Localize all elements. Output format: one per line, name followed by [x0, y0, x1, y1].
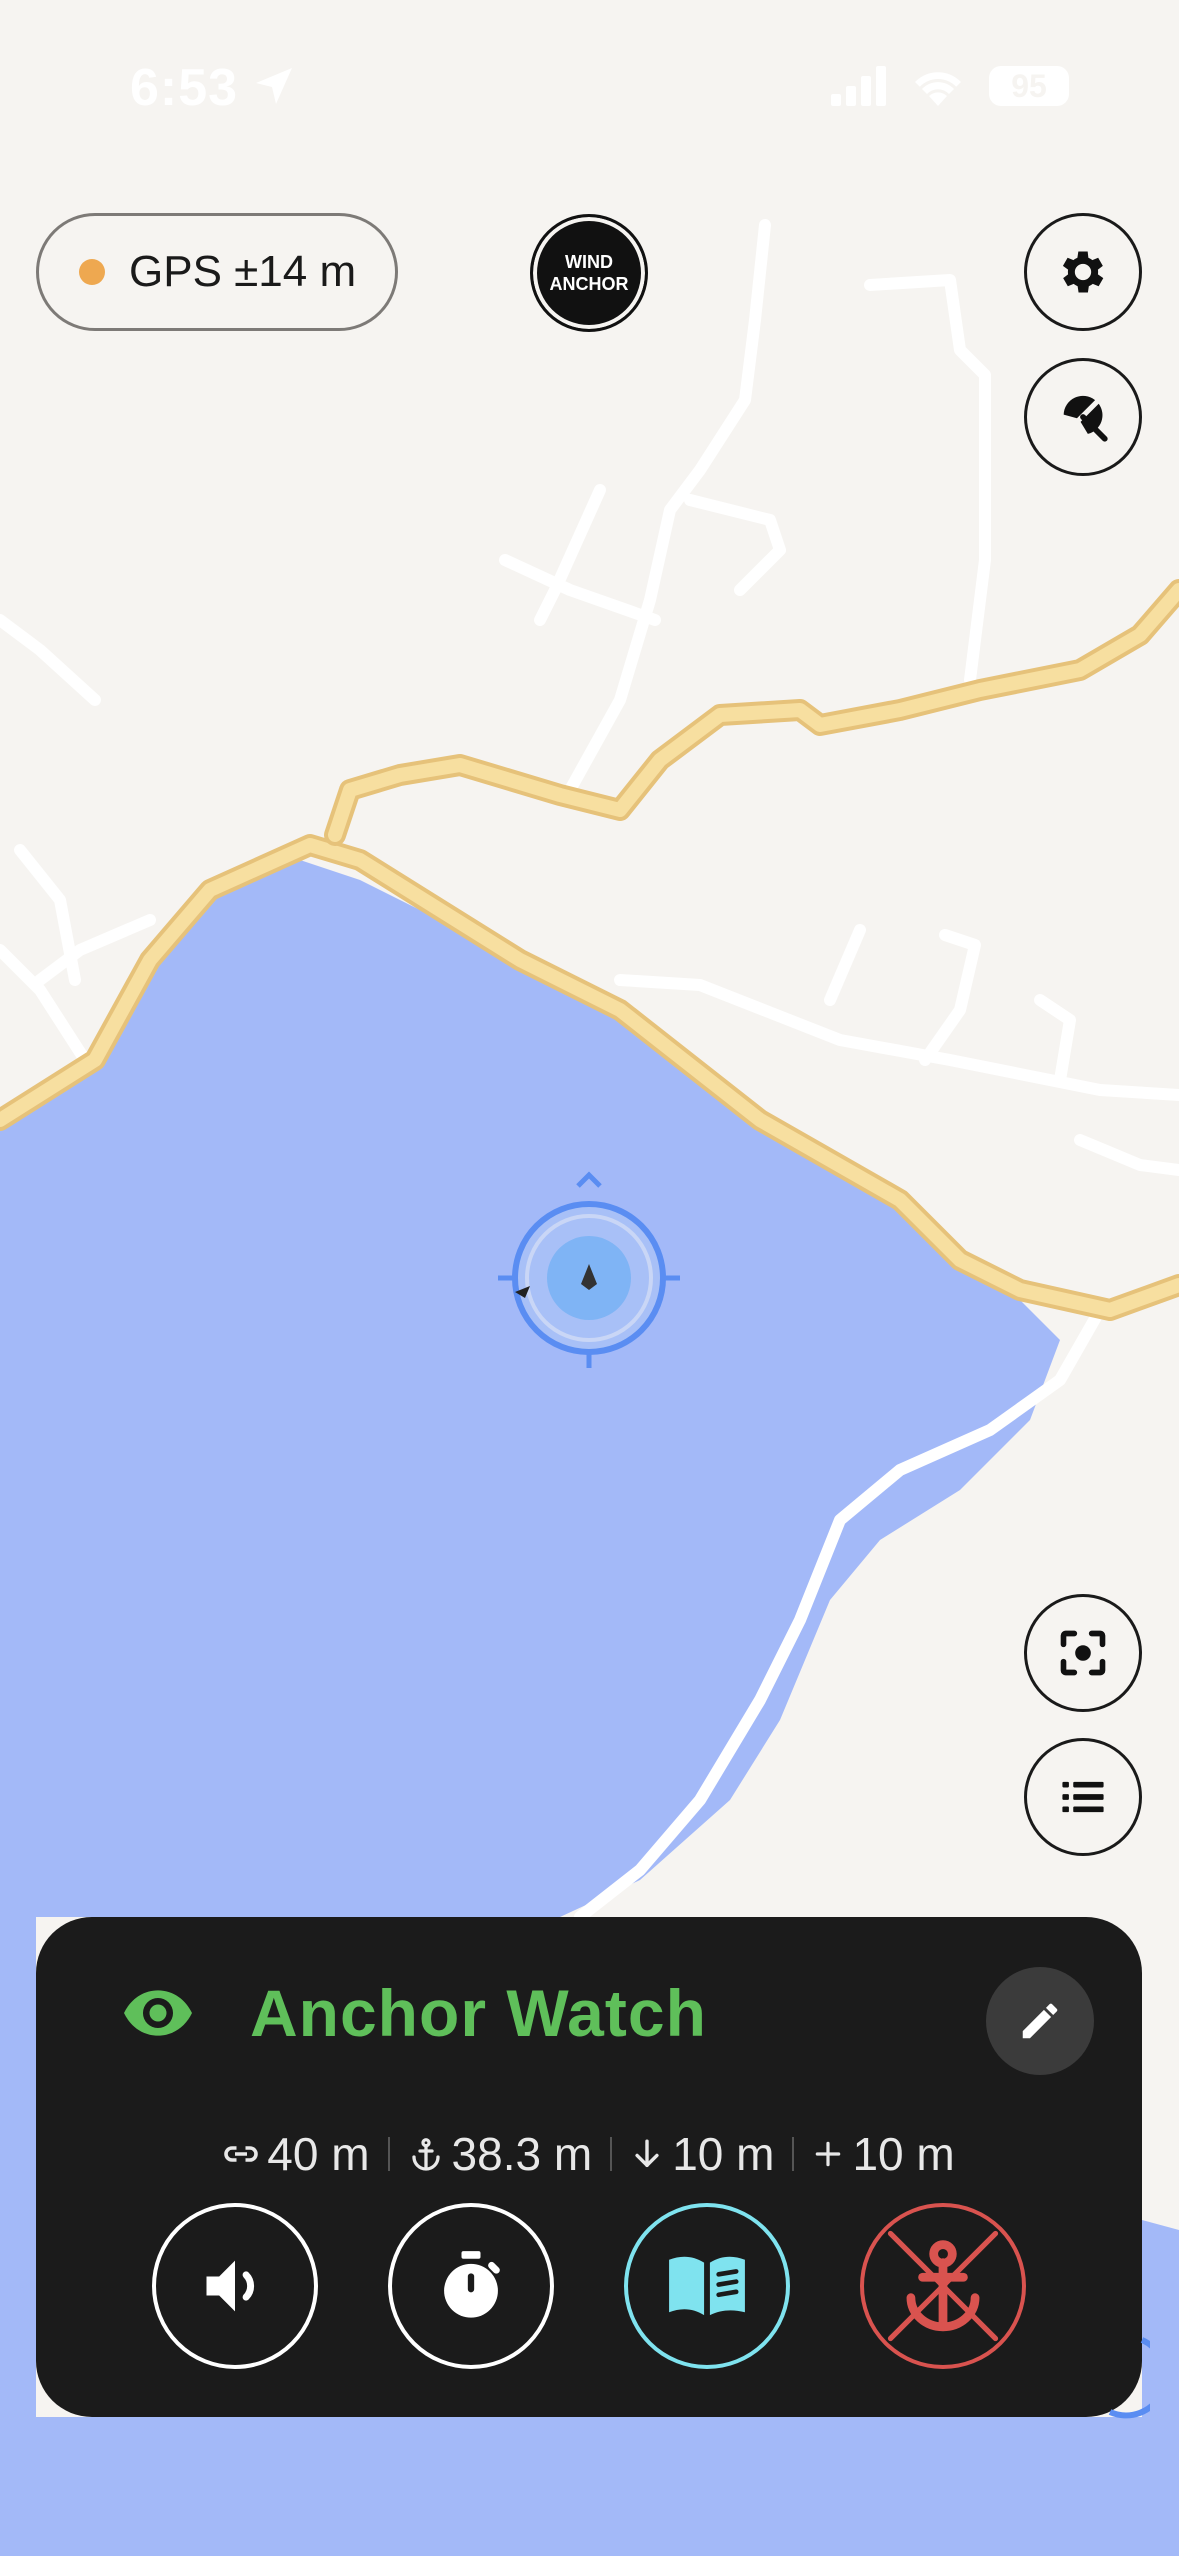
panel-title: Anchor Watch	[250, 1976, 707, 2050]
status-right: 95	[831, 64, 1069, 108]
timer-button[interactable]	[388, 2203, 554, 2369]
logo-line-2: ANCHOR	[549, 274, 629, 294]
signal-icon	[831, 66, 886, 106]
plus-icon	[816, 2141, 841, 2167]
logbook-button[interactable]	[624, 2203, 790, 2369]
recenter-icon	[1060, 1630, 1106, 1676]
extra-stat: 10 m	[794, 2127, 972, 2181]
pencil-icon	[1022, 2003, 1058, 2039]
status-time: 6:53	[130, 59, 239, 117]
rode-length-stat: 40 m	[205, 2127, 387, 2181]
gps-accuracy-label: GPS ±14 m	[129, 247, 357, 296]
logo-line-1: WIND	[565, 252, 613, 272]
stopwatch-icon	[444, 2251, 500, 2318]
extra-value: 10 m	[852, 2128, 955, 2180]
link-icon	[224, 2146, 259, 2162]
anchor-off-icon	[887, 2230, 999, 2342]
anchor-watch-panel: Anchor Watch 40 m 38.3 m 10 m 10 m	[36, 1917, 1142, 2417]
rode-length-value: 40 m	[267, 2128, 370, 2180]
action-buttons	[36, 2203, 1142, 2369]
depth-stat: 10 m	[612, 2127, 792, 2181]
speaker-icon	[206, 2260, 255, 2312]
anchor-stats: 40 m 38.3 m 10 m 10 m	[36, 2127, 1142, 2181]
gps-accuracy-pill[interactable]: GPS ±14 m	[36, 213, 398, 331]
edit-button[interactable]	[986, 1967, 1094, 2075]
map-location-ring	[1108, 2337, 1150, 2419]
beach-umbrella-icon	[1063, 395, 1108, 442]
alarm-sound-button[interactable]	[152, 2203, 318, 2369]
depth-value: 10 m	[672, 2128, 775, 2180]
shelter-button[interactable]	[1024, 358, 1142, 476]
wind-anchor-logo: WIND ANCHOR	[530, 214, 648, 332]
eye-icon	[124, 1990, 192, 2036]
list-button[interactable]	[1024, 1738, 1142, 1856]
anchor-distance-stat: 38.3 m	[390, 2127, 611, 2181]
anchor-icon	[411, 2138, 440, 2171]
recenter-button[interactable]	[1024, 1594, 1142, 1712]
gps-status-dot	[79, 259, 105, 285]
anchor-distance-value: 38.3 m	[451, 2128, 593, 2180]
settings-button[interactable]	[1024, 213, 1142, 331]
list-icon	[1062, 1781, 1104, 1813]
wifi-icon	[915, 72, 961, 106]
screen: 6:53 95 GPS ±14 m WIND ANCHOR Anchor Wat…	[0, 0, 1179, 2556]
panel-header: Anchor Watch	[124, 1975, 707, 2051]
battery-icon: 95	[989, 66, 1069, 106]
gear-icon	[1062, 251, 1104, 293]
location-arrow-icon	[256, 68, 292, 104]
arrow-down-icon	[635, 2139, 659, 2168]
book-icon	[669, 2256, 745, 2316]
lift-anchor-button[interactable]	[860, 2203, 1026, 2369]
